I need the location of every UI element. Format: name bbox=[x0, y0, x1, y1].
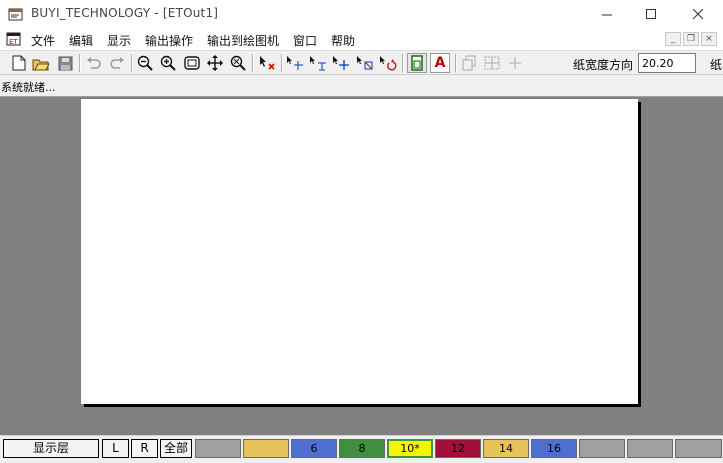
show-layer-button[interactable]: 显示层 bbox=[3, 439, 99, 458]
open-folder-icon bbox=[32, 59, 50, 70]
pan-icon bbox=[207, 55, 223, 71]
zoom-window-icon bbox=[230, 55, 246, 71]
paper-width-input[interactable] bbox=[638, 53, 696, 73]
undo-button[interactable] bbox=[84, 53, 104, 73]
new-file-icon bbox=[12, 55, 26, 71]
layer-bar: 显示层 L R 全部 6 8 10* 12 14 16 bbox=[0, 435, 723, 463]
layer-color-swatch[interactable]: 10* bbox=[387, 439, 433, 458]
document-icon[interactable]: ET bbox=[6, 32, 22, 47]
paper-overflow-label: 纸 bbox=[710, 58, 723, 72]
toolbar: A 纸宽度方向 纸 bbox=[0, 50, 723, 75]
plus-disabled-icon bbox=[509, 57, 521, 69]
align-button[interactable] bbox=[308, 53, 328, 73]
layer-color-swatch[interactable]: 16 bbox=[531, 439, 577, 458]
zoom-window-button[interactable] bbox=[228, 53, 248, 73]
maximize-button[interactable] bbox=[628, 0, 674, 29]
layer-color-swatch[interactable]: 14 bbox=[483, 439, 529, 458]
rotate-button[interactable] bbox=[378, 53, 398, 73]
page-icon bbox=[411, 55, 423, 71]
title-bar: BUYI_TECHNOLOGY - [ETOut1] bbox=[0, 0, 723, 29]
paper-width-label: 纸宽度方向 bbox=[573, 58, 634, 72]
layer-color-swatch[interactable] bbox=[579, 439, 625, 458]
redo-button[interactable] bbox=[107, 53, 127, 73]
undo-icon bbox=[87, 57, 101, 69]
move-button[interactable] bbox=[285, 53, 305, 73]
menu-file[interactable]: 文件 bbox=[31, 32, 55, 49]
window-title: BUYI_TECHNOLOGY - [ETOut1] bbox=[31, 6, 219, 20]
toolbar-separator bbox=[131, 54, 132, 72]
toolbar-separator bbox=[252, 54, 253, 72]
maximize-icon bbox=[645, 9, 656, 19]
paper-sheet[interactable] bbox=[81, 99, 638, 404]
workspace-canvas[interactable] bbox=[0, 97, 723, 435]
menu-output[interactable]: 输出操作 bbox=[145, 32, 193, 49]
fit-view-icon bbox=[184, 56, 200, 70]
status-bar: 系统就绪... bbox=[0, 75, 723, 97]
delete-node-icon bbox=[357, 56, 373, 70]
menu-edit[interactable]: 编辑 bbox=[69, 32, 93, 49]
menu-output-plotter[interactable]: 输出到绘图机 bbox=[207, 32, 279, 49]
mdi-close-button[interactable]: × bbox=[701, 32, 717, 46]
layer-color-swatch[interactable]: 8 bbox=[339, 439, 385, 458]
menu-view[interactable]: 显示 bbox=[107, 32, 131, 49]
text-tool-button[interactable]: A bbox=[430, 53, 450, 73]
new-file-button[interactable] bbox=[9, 53, 29, 73]
pan-button[interactable] bbox=[205, 53, 225, 73]
layer-color-swatch[interactable]: 12 bbox=[435, 439, 481, 458]
move-icon bbox=[287, 56, 303, 70]
plus-button[interactable] bbox=[505, 53, 525, 73]
crosshair-move-button[interactable] bbox=[331, 53, 351, 73]
close-icon bbox=[692, 9, 703, 20]
menu-window[interactable]: 窗口 bbox=[293, 32, 317, 49]
align-icon bbox=[310, 56, 326, 71]
layer-color-swatch[interactable]: 6 bbox=[291, 439, 337, 458]
page-button[interactable] bbox=[407, 53, 427, 73]
minimize-button[interactable] bbox=[584, 0, 630, 29]
crosshair-move-icon bbox=[333, 56, 349, 70]
svg-text:ET: ET bbox=[9, 38, 18, 46]
status-text: 系统就绪... bbox=[1, 81, 56, 94]
delete-select-button[interactable] bbox=[257, 53, 277, 73]
menu-bar: ET 文件 编辑 显示 输出操作 输出到绘图机 窗口 帮助 _ ❐ × bbox=[0, 29, 723, 50]
copy-button[interactable] bbox=[459, 53, 479, 73]
toolbar-separator bbox=[455, 54, 456, 72]
mdi-minimize-button[interactable]: _ bbox=[665, 32, 681, 46]
minimize-icon bbox=[601, 14, 612, 16]
all-button[interactable]: 全部 bbox=[160, 439, 192, 458]
delete-select-icon bbox=[260, 56, 275, 70]
left-button[interactable]: L bbox=[102, 439, 129, 458]
right-button[interactable]: R bbox=[131, 439, 158, 458]
app-icon[interactable] bbox=[8, 7, 24, 22]
layer-color-swatch[interactable] bbox=[243, 439, 289, 458]
toolbar-separator bbox=[281, 54, 282, 72]
zoom-out-icon bbox=[137, 55, 153, 71]
mdi-restore-button[interactable]: ❐ bbox=[683, 32, 699, 46]
toolbar-separator bbox=[79, 54, 80, 72]
redo-icon bbox=[110, 57, 124, 69]
zoom-in-icon bbox=[160, 55, 176, 71]
close-button[interactable] bbox=[675, 0, 721, 29]
save-button[interactable] bbox=[55, 53, 75, 73]
copy-disabled-icon bbox=[462, 55, 476, 71]
layer-color-swatch[interactable] bbox=[627, 439, 673, 458]
toolbar-separator bbox=[402, 54, 403, 72]
zoom-in-button[interactable] bbox=[158, 53, 178, 73]
group-disabled-icon bbox=[484, 56, 500, 70]
delete-node-button[interactable] bbox=[355, 53, 375, 73]
open-button[interactable] bbox=[31, 53, 51, 73]
group-button[interactable] bbox=[482, 53, 502, 73]
rotate-icon bbox=[380, 56, 397, 71]
layer-color-swatch[interactable] bbox=[675, 439, 722, 458]
layer-color-swatch[interactable] bbox=[195, 439, 241, 458]
save-icon bbox=[58, 56, 72, 70]
fit-view-button[interactable] bbox=[182, 53, 202, 73]
menu-help[interactable]: 帮助 bbox=[331, 32, 355, 49]
zoom-out-button[interactable] bbox=[135, 53, 155, 73]
